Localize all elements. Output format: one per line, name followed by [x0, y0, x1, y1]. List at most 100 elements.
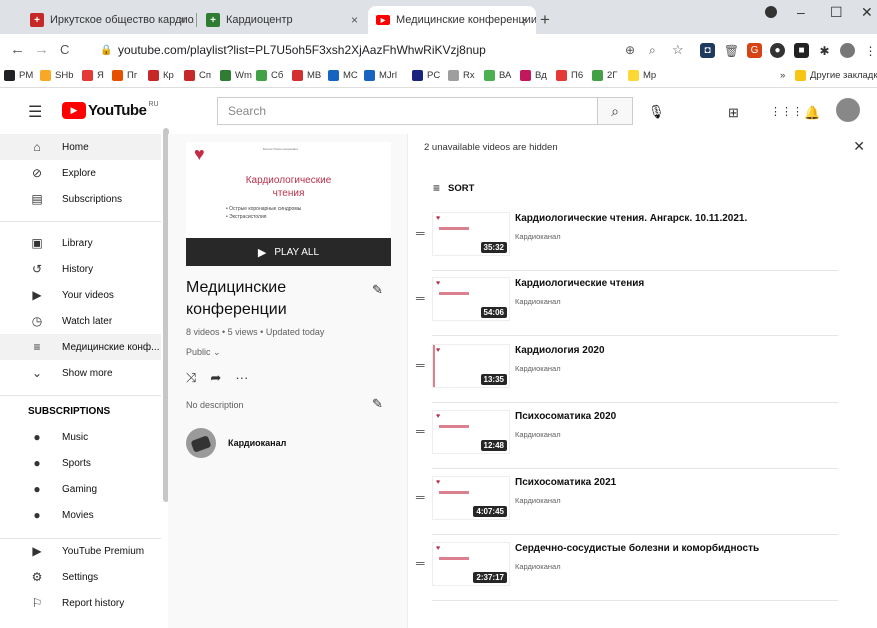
video-thumbnail[interactable]: ♥ 54:06 — [432, 277, 510, 321]
table-row[interactable]: ═ ♥ 13:35 Кардиология 2020 Кардиоканал — [408, 336, 868, 403]
playlist-thumbnail[interactable]: ♥ Бектас Раиса Ноэриевна Кардиологически… — [186, 142, 391, 238]
table-row[interactable]: ═ ♥ 12:48 Психосоматика 2020 Кардиоканал — [408, 402, 868, 469]
edit-title-pencil-icon[interactable]: ✎ — [372, 282, 383, 298]
video-title[interactable]: Кардиологические чтения — [515, 278, 644, 289]
sidebar-item-playlist[interactable]: ≡ Медицинские конф... — [0, 334, 161, 360]
new-tab-button[interactable]: + — [540, 10, 550, 30]
bookmark-item[interactable]: PM — [4, 70, 33, 81]
search-button[interactable]: ⌕ — [597, 97, 633, 125]
sidebar-item-subscriptions[interactable]: ▤ Subscriptions — [0, 186, 161, 212]
sidebar-item-history[interactable]: ↺ History — [0, 256, 161, 282]
tab-close-icon[interactable]: × — [179, 13, 186, 27]
bookmark-item[interactable]: 2Г — [592, 70, 617, 81]
sidebar-item-watch-later[interactable]: ◷ Watch later — [0, 308, 161, 334]
hamburger-menu-icon[interactable]: ☰ — [28, 102, 42, 122]
bell-icon[interactable]: 🔔 — [804, 105, 820, 121]
drag-handle-icon[interactable]: ═ — [416, 424, 425, 438]
extension-icon[interactable]: ◘ — [700, 43, 715, 58]
table-row[interactable]: ═ ♥ 4:07:45 Психосоматика 2021 Кардиоканал — [408, 468, 868, 535]
puzzle-extensions-icon[interactable]: ✱ — [817, 43, 832, 58]
close-icon[interactable]: ✕ — [853, 138, 865, 155]
sidebar-item-explore[interactable]: ⊘ Explore — [0, 160, 161, 186]
bookmark-item[interactable]: Кр — [148, 70, 174, 81]
bookmark-item[interactable]: Мр — [628, 70, 656, 81]
install-icon[interactable]: ⊕ — [625, 43, 635, 57]
channel-name[interactable]: Кардиоканал — [515, 297, 561, 306]
drag-handle-icon[interactable]: ═ — [416, 358, 425, 372]
tab-close-icon[interactable]: × — [521, 13, 528, 27]
apps-grid-icon[interactable]: ⋮⋮⋮ — [770, 105, 803, 118]
browser-tab-2[interactable]: + Кардиоцентр × — [198, 6, 366, 34]
drag-handle-icon[interactable]: ═ — [416, 556, 425, 570]
video-title[interactable]: Психосоматика 2021 — [515, 477, 616, 488]
trash-extension-icon[interactable]: 🗑 — [724, 43, 739, 58]
drag-handle-icon[interactable]: ═ — [416, 291, 425, 305]
edit-description-pencil-icon[interactable]: ✎ — [372, 396, 383, 412]
video-thumbnail[interactable]: ♥ 4:07:45 — [432, 476, 510, 520]
channel-name[interactable]: Кардиоканал — [515, 430, 561, 439]
browser-tab-1[interactable]: + Иркутское общество кардиоло × — [22, 6, 194, 34]
channel-name[interactable]: Кардиоканал — [515, 496, 561, 505]
bookmark-item[interactable]: MJrl — [364, 70, 397, 81]
video-thumbnail[interactable]: ♥ 35:32 — [432, 212, 510, 256]
other-bookmarks-folder[interactable]: Другие закладки — [795, 70, 877, 81]
search-input[interactable]: Search — [217, 97, 597, 125]
sidebar-item-movies[interactable]: ● Movies — [0, 502, 161, 528]
browser-tab-3[interactable]: ▶ Медицинские конференции - Y × — [368, 6, 536, 34]
bookmark-item[interactable]: Сп — [184, 70, 211, 81]
playlist-owner[interactable]: Кардиоканал — [186, 428, 286, 458]
play-all-button[interactable]: ▶ PLAY ALL — [186, 238, 391, 266]
microphone-icon[interactable]: 🎙 — [648, 104, 665, 120]
bookmark-item[interactable]: PC — [412, 70, 440, 81]
more-bookmarks-button[interactable]: » — [780, 70, 785, 81]
bookmark-item[interactable]: Вд — [520, 70, 547, 81]
channel-name[interactable]: Кардиоканал — [515, 562, 561, 571]
video-thumbnail[interactable]: ♥ 13:35 — [432, 344, 510, 388]
video-title[interactable]: Кардиологические чтения. Ангарск. 10.11.… — [515, 213, 747, 224]
privacy-dropdown[interactable]: Public ⌄ — [186, 347, 221, 358]
extension-icon[interactable]: ● — [770, 43, 785, 58]
bookmark-item[interactable]: Rx — [448, 70, 475, 81]
profile-avatar-icon[interactable] — [840, 43, 855, 58]
profile-dot-icon[interactable] — [765, 6, 777, 18]
sidebar-item-sports[interactable]: ● Sports — [0, 450, 161, 476]
bookmark-item[interactable]: Пг — [112, 70, 137, 81]
channel-name[interactable]: Кардиоканал — [515, 364, 561, 373]
drag-handle-icon[interactable]: ═ — [416, 490, 425, 504]
bookmark-item[interactable]: Wm — [220, 70, 252, 81]
zoom-icon[interactable]: ⌕ — [649, 43, 656, 58]
star-icon[interactable]: ☆ — [672, 42, 684, 58]
table-row[interactable]: ═ ♥ 35:32 Кардиологические чтения. Ангарск.… — [408, 204, 868, 271]
avatar[interactable] — [836, 98, 860, 122]
sidebar-item-music[interactable]: ● Music — [0, 424, 161, 450]
bookmark-item[interactable]: МС — [328, 70, 358, 81]
table-row[interactable]: ═ ♥ 2:37:17 Сердечно-сосудистые болезни и к… — [408, 534, 868, 601]
bookmark-item[interactable]: Сб — [256, 70, 283, 81]
minimize-icon[interactable]: – — [797, 4, 805, 20]
extension-icon[interactable]: ■ — [794, 43, 809, 58]
video-title[interactable]: Кардиология 2020 — [515, 345, 605, 356]
bookmark-item[interactable]: SHb — [40, 70, 73, 81]
bookmark-item[interactable]: МВ — [292, 70, 321, 81]
back-arrow-icon[interactable]: ← — [10, 41, 25, 58]
drag-handle-icon[interactable]: ═ — [416, 226, 425, 240]
sidebar-item-gaming[interactable]: ● Gaming — [0, 476, 161, 502]
share-icon[interactable]: ➦ — [210, 370, 221, 386]
sidebar-item-your-videos[interactable]: ▶ Your videos — [0, 282, 161, 308]
video-title[interactable]: Психосоматика 2020 — [515, 411, 616, 422]
sidebar-item-premium[interactable]: ▶ YouTube Premium — [0, 538, 161, 564]
video-thumbnail[interactable]: ♥ 12:48 — [432, 410, 510, 454]
create-video-icon[interactable]: ⊞ — [728, 105, 739, 121]
bookmark-item[interactable]: П6 — [556, 70, 583, 81]
youtube-logo[interactable]: ▶ YouTube RU — [62, 101, 159, 119]
more-dots-icon[interactable]: ··· — [235, 370, 248, 386]
maximize-icon[interactable]: ☐ — [830, 4, 843, 21]
tab-close-icon[interactable]: × — [351, 13, 358, 27]
bookmark-item[interactable]: Я — [82, 70, 104, 81]
channel-name[interactable]: Кардиоканал — [515, 232, 561, 241]
window-close-icon[interactable]: ✕ — [861, 4, 873, 21]
video-title[interactable]: Сердечно-сосудистые болезни и коморбидно… — [515, 543, 759, 554]
video-thumbnail[interactable]: ♥ 2:37:17 — [432, 542, 510, 586]
forward-arrow-icon[interactable]: → — [34, 41, 49, 58]
url-field[interactable]: 🔒 youtube.com/playlist?list=PL7U5oh5F3xs… — [100, 38, 640, 62]
